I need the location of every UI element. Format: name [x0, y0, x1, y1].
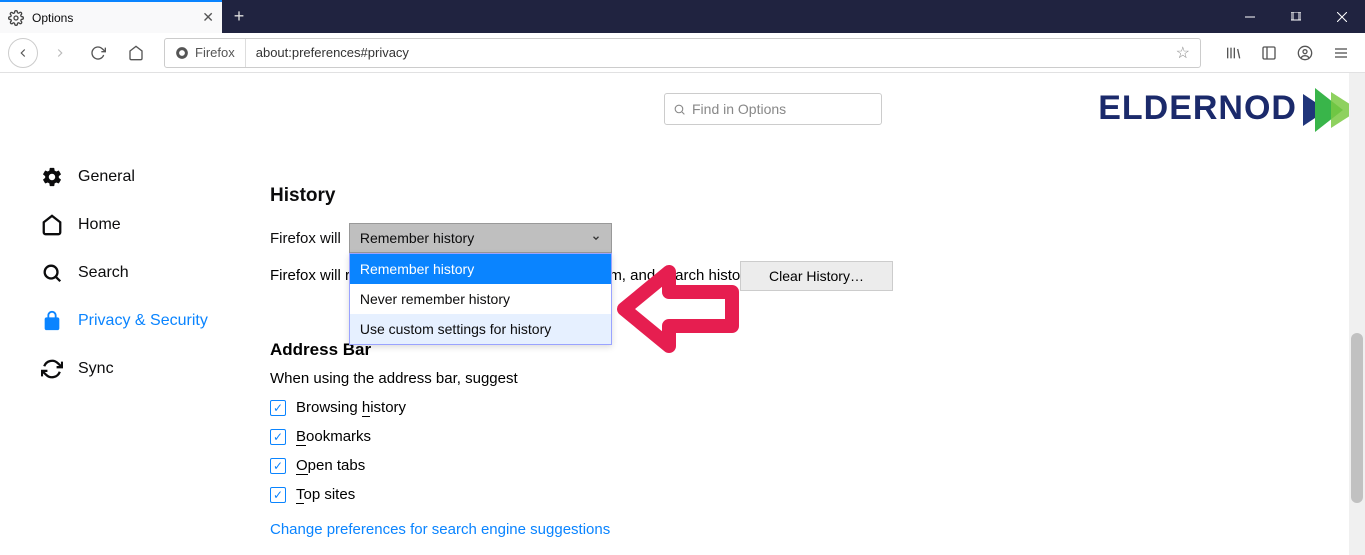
library-icon[interactable] [1217, 37, 1249, 69]
checkbox-icon[interactable]: ✓ [270, 400, 286, 416]
sidebar-item-privacy[interactable]: Privacy & Security [40, 297, 230, 345]
sidebar-item-label: General [78, 168, 135, 186]
dropdown-option-remember[interactable]: Remember history [350, 254, 611, 284]
browser-tab[interactable]: Options ✕ [0, 0, 222, 33]
check-open-tabs[interactable]: ✓ Open tabs [270, 457, 1365, 474]
sidebar-item-label: Search [78, 264, 129, 282]
maximize-button[interactable] [1273, 0, 1319, 33]
menu-icon[interactable] [1325, 37, 1357, 69]
main-panel: Find in Options History Firefox will Rem… [230, 73, 1365, 555]
sidebar-item-label: Sync [78, 360, 114, 378]
check-top-sites[interactable]: ✓ Top sites [270, 486, 1365, 503]
title-bar: Options ✕ + [0, 0, 1365, 33]
history-prefix: Firefox will [270, 230, 341, 247]
preferences-sidebar: General Home Search Privacy & Security S… [0, 73, 230, 555]
dropdown-option-never[interactable]: Never remember history [350, 284, 611, 314]
search-placeholder: Find in Options [692, 101, 786, 117]
identity-label: Firefox [195, 45, 235, 60]
reload-button[interactable] [82, 37, 114, 69]
sidebar-item-sync[interactable]: Sync [40, 345, 230, 393]
window-controls [1227, 0, 1365, 33]
check-label: Open tabs [296, 457, 365, 474]
gear-icon [8, 10, 24, 26]
check-label: Browsing history [296, 399, 406, 416]
checkbox-icon[interactable]: ✓ [270, 458, 286, 474]
sidebar-item-home[interactable]: Home [40, 201, 230, 249]
vertical-scrollbar[interactable] [1349, 73, 1365, 555]
scrollbar-thumb[interactable] [1351, 333, 1363, 503]
check-label: Top sites [296, 486, 355, 503]
search-icon [673, 103, 686, 116]
sync-icon [40, 357, 64, 381]
account-icon[interactable] [1289, 37, 1321, 69]
history-mode-select[interactable]: Remember history Remember history Never … [349, 223, 612, 253]
chevron-down-icon [591, 230, 601, 246]
sidebar-item-label: Privacy & Security [78, 312, 208, 330]
home-icon [40, 213, 64, 237]
history-desc-suffix: m, and search history. [609, 267, 755, 284]
bookmark-star-icon[interactable]: ☆ [1166, 43, 1200, 63]
search-icon [40, 261, 64, 285]
identity-box[interactable]: Firefox [165, 39, 246, 67]
history-dropdown: Remember history Never remember history … [349, 253, 612, 345]
tab-title: Options [32, 11, 73, 25]
checkbox-icon[interactable]: ✓ [270, 487, 286, 503]
back-button[interactable] [8, 38, 38, 68]
history-desc-prefix: Firefox will r [270, 267, 350, 284]
addressbar-subtext: When using the address bar, suggest [270, 370, 1365, 387]
sidebar-item-general[interactable]: General [40, 153, 230, 201]
checkbox-icon[interactable]: ✓ [270, 429, 286, 445]
url-text: about:preferences#privacy [246, 45, 1166, 60]
sidebar-toggle-icon[interactable] [1253, 37, 1285, 69]
forward-button[interactable] [44, 37, 76, 69]
minimize-button[interactable] [1227, 0, 1273, 33]
nav-toolbar: Firefox about:preferences#privacy ☆ [0, 33, 1365, 73]
eldernode-logo: ELDERNOD E [1098, 88, 1351, 128]
home-button[interactable] [120, 37, 152, 69]
gear-icon [40, 165, 64, 189]
close-window-button[interactable] [1319, 0, 1365, 33]
new-tab-button[interactable]: + [222, 0, 256, 33]
logo-graphic-icon: E [1303, 88, 1351, 128]
url-bar[interactable]: Firefox about:preferences#privacy ☆ [164, 38, 1201, 68]
logo-text: ELDERNOD [1098, 89, 1297, 128]
check-label: Bookmarks [296, 428, 371, 445]
check-bookmarks[interactable]: ✓ Bookmarks [270, 428, 1365, 445]
sidebar-item-label: Home [78, 216, 121, 234]
dropdown-option-custom[interactable]: Use custom settings for history [350, 314, 611, 344]
find-in-options[interactable]: Find in Options [664, 93, 882, 125]
firefox-icon [175, 46, 189, 60]
sidebar-item-search[interactable]: Search [40, 249, 230, 297]
lock-icon [40, 309, 64, 333]
clear-history-button[interactable]: Clear History… [740, 261, 893, 291]
history-mode-row: Firefox will Remember history Remember h… [270, 223, 1365, 253]
close-tab-icon[interactable]: ✕ [202, 9, 214, 26]
select-value: Remember history [360, 230, 474, 246]
history-heading: History [270, 185, 1365, 207]
check-browsing-history[interactable]: ✓ Browsing history [270, 399, 1365, 416]
search-suggestions-link[interactable]: Change preferences for search engine sug… [270, 521, 1365, 538]
content-area: General Home Search Privacy & Security S… [0, 73, 1365, 555]
